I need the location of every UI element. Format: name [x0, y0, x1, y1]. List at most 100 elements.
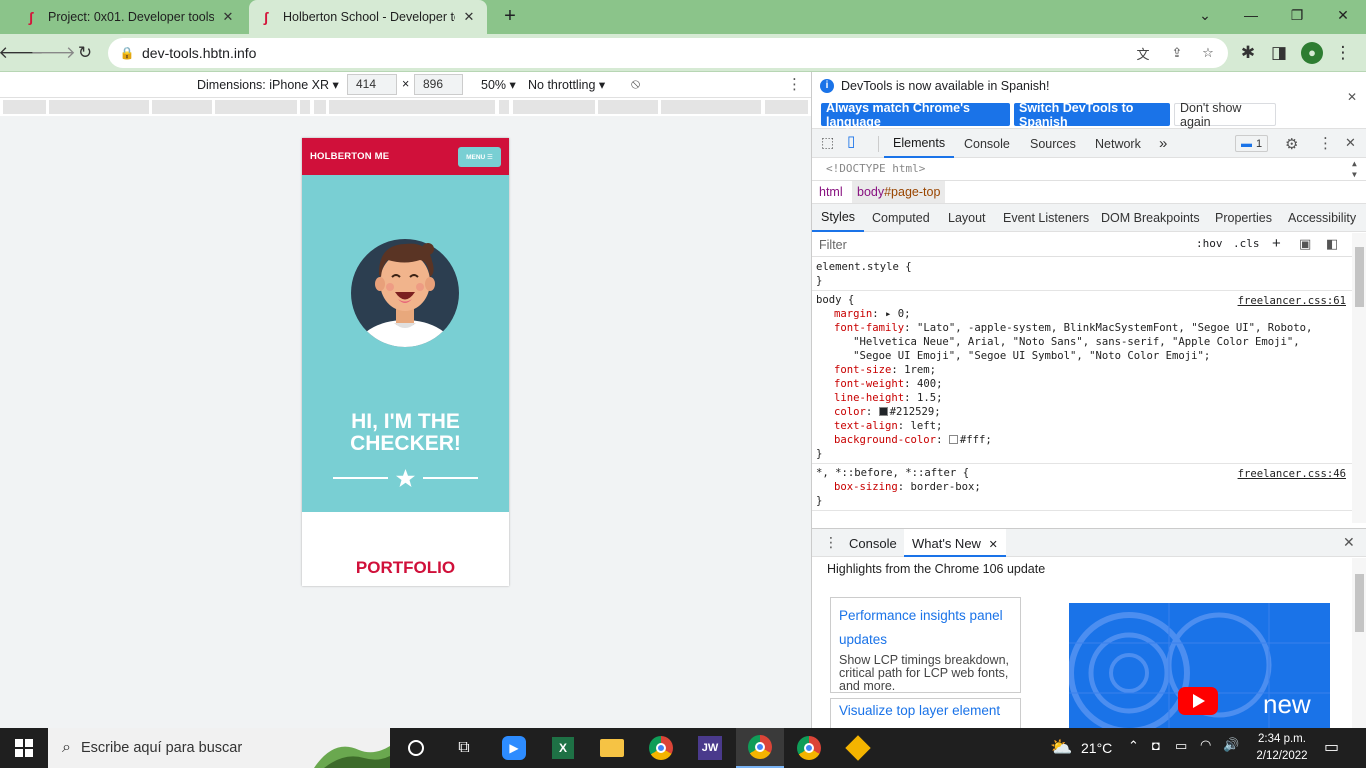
devtools-more-icon[interactable]: ⋮	[1318, 134, 1333, 152]
media-query-segment[interactable]	[300, 100, 310, 114]
close-tab-icon[interactable]: ✕	[220, 9, 236, 25]
settings-gear-icon[interactable]: ⚙	[1285, 135, 1298, 153]
dont-show-again-button[interactable]: Don't show again	[1174, 101, 1276, 129]
body-style-rule[interactable]: body { freelancer.css:61 margin: ▸ 0; fo…	[812, 291, 1352, 464]
inspect-element-icon[interactable]: ⬚	[821, 134, 834, 151]
scroll-up-icon[interactable]: ▲	[1352, 159, 1357, 168]
translate-icon[interactable]: 文	[1134, 44, 1152, 62]
bookmark-star-icon[interactable]: ☆	[1199, 44, 1217, 62]
zoom-app-icon[interactable]: ▶	[490, 728, 538, 768]
doctype-node[interactable]: <!DOCTYPE html>	[826, 162, 925, 175]
minimize-button[interactable]: —	[1228, 0, 1274, 30]
excel-app-icon[interactable]: X	[539, 728, 587, 768]
video-thumbnail[interactable]: new	[1069, 603, 1330, 728]
tab-holberton-developer-tools[interactable]: ʃ Holberton School - Developer to ✕	[249, 0, 487, 34]
style-property[interactable]: box-sizing: border-box;	[816, 480, 1348, 494]
taskbar-search-box[interactable]: ⌕ Escribe aquí para buscar	[48, 728, 390, 768]
tab-network[interactable]: Network	[1095, 129, 1141, 158]
subtab-layout[interactable]: Layout	[948, 204, 986, 232]
more-tabs-icon[interactable]: »	[1159, 129, 1167, 158]
scrollbar-thumb[interactable]	[1355, 247, 1364, 307]
close-window-button[interactable]: ✕	[1320, 0, 1366, 30]
page-brand[interactable]: HOLBERTON ME	[310, 151, 389, 162]
side-panel-icon[interactable]: ◨	[1264, 38, 1294, 68]
style-property[interactable]: font-family: "Lato", -apple-system, Blin…	[816, 321, 1348, 335]
media-query-segment[interactable]	[329, 100, 495, 114]
switch-to-spanish-button[interactable]: Switch DevTools to Spanish	[1014, 101, 1170, 129]
subtab-styles[interactable]: Styles	[812, 204, 865, 232]
tray-camera-icon[interactable]: ◘	[1152, 738, 1160, 753]
style-property[interactable]: line-height: 1.5;	[816, 391, 1348, 405]
rotate-icon[interactable]: ⦸	[631, 75, 640, 92]
close-drawer-icon[interactable]: ✕	[1343, 534, 1355, 551]
jw-app-icon[interactable]: JW	[686, 728, 734, 768]
drawer-tab-whats-new[interactable]: What's New ✕	[904, 529, 1006, 557]
chrome-menu-icon[interactable]: ⋮	[1328, 38, 1358, 68]
tab-sources[interactable]: Sources	[1030, 129, 1076, 158]
color-swatch[interactable]	[948, 435, 958, 444]
media-query-segment[interactable]	[598, 100, 658, 114]
git-app-icon[interactable]	[834, 728, 882, 768]
chrome-app-icon-active[interactable]	[736, 728, 784, 768]
chrome-profile-app-icon[interactable]	[785, 728, 833, 768]
class-toggle[interactable]: .cls	[1233, 237, 1260, 250]
scroll-down-icon[interactable]: ▼	[1352, 170, 1357, 179]
media-query-segment[interactable]	[3, 100, 46, 114]
device-more-options-icon[interactable]: ⋮	[787, 75, 802, 93]
volume-icon[interactable]: 🔊	[1223, 737, 1239, 753]
new-tab-button[interactable]: +	[498, 4, 522, 28]
close-tab-icon[interactable]: ✕	[461, 9, 477, 25]
rendering-emulation-icon[interactable]: ▣	[1299, 236, 1311, 252]
media-query-segment[interactable]	[765, 100, 808, 114]
style-property[interactable]: text-align: left;	[816, 419, 1348, 433]
restore-button[interactable]: ❐	[1274, 0, 1320, 30]
breadcrumb-body[interactable]: body#page-top	[852, 181, 946, 203]
color-swatch[interactable]	[878, 407, 888, 416]
reload-icon[interactable]: ↻	[70, 38, 100, 68]
address-bar[interactable]: 🔒 dev-tools.hbtn.info 文 ⇪ ☆	[108, 38, 1228, 68]
subtab-event-listeners[interactable]: Event Listeners	[1003, 204, 1089, 232]
subtab-dom-breakpoints[interactable]: DOM Breakpoints	[1101, 204, 1200, 232]
breadcrumb-html[interactable]: html	[819, 185, 843, 199]
subtab-accessibility[interactable]: Accessibility	[1288, 204, 1356, 232]
style-property[interactable]: margin: ▸ 0;	[816, 307, 1348, 321]
stylesheet-link[interactable]: freelancer.css:61	[1238, 294, 1346, 308]
page-menu-button[interactable]: MENU ☰	[458, 147, 501, 167]
media-query-segment[interactable]	[661, 100, 761, 114]
weather-temperature[interactable]: 21°C	[1081, 740, 1112, 756]
close-tab-icon[interactable]: ✕	[989, 539, 998, 551]
infobar-close-icon[interactable]: ✕	[1347, 90, 1357, 104]
device-dimensions-select[interactable]: Dimensions: iPhone XR ▾	[197, 77, 339, 92]
media-query-segment[interactable]	[513, 100, 595, 114]
profile-avatar-icon[interactable]: ●	[1297, 38, 1327, 68]
media-query-segment[interactable]	[215, 100, 297, 114]
new-style-rule-icon[interactable]: +	[1272, 235, 1281, 252]
close-devtools-icon[interactable]: ✕	[1345, 135, 1356, 151]
tab-console[interactable]: Console	[964, 129, 1010, 158]
taskbar-clock[interactable]: 2:34 p.m. 2/12/2022	[1250, 731, 1314, 765]
style-property[interactable]: color: #212529;	[816, 405, 1348, 419]
style-property[interactable]: font-size: 1rem;	[816, 363, 1348, 377]
windows-start-icon[interactable]	[0, 728, 48, 768]
feature-card-title[interactable]: Performance insights panel updates	[839, 604, 1012, 652]
styles-scrollbar[interactable]	[1352, 233, 1366, 523]
feature-card[interactable]: Visualize top layer element	[830, 698, 1021, 732]
notifications-icon[interactable]: ▭	[1324, 737, 1339, 757]
issues-badge[interactable]: ▬ 1	[1235, 135, 1269, 152]
tab-elements[interactable]: Elements	[884, 129, 955, 158]
device-width-input[interactable]: 414	[347, 74, 397, 95]
feature-card-title[interactable]: Visualize top layer element	[839, 703, 1000, 718]
subtab-computed[interactable]: Computed	[872, 204, 930, 232]
element-style-rule[interactable]: element.style { }	[812, 258, 1352, 291]
zoom-select[interactable]: 50% ▾	[481, 77, 516, 92]
media-query-segment[interactable]	[314, 100, 326, 114]
weather-icon[interactable]: ⛅	[1050, 737, 1072, 758]
tab-project-developer-tools[interactable]: ʃ Project: 0x01. Developer tools | H ✕	[14, 0, 246, 34]
chrome-app-icon[interactable]	[637, 728, 685, 768]
throttling-select[interactable]: No throttling ▾	[528, 77, 605, 92]
toggle-sidebar-icon[interactable]: ◧	[1326, 236, 1338, 252]
stylesheet-link[interactable]: freelancer.css:46	[1238, 467, 1346, 481]
tray-chevron-up-icon[interactable]: ⌃	[1128, 738, 1139, 754]
subtab-properties[interactable]: Properties	[1215, 204, 1272, 232]
device-height-input[interactable]: 896	[414, 74, 463, 95]
